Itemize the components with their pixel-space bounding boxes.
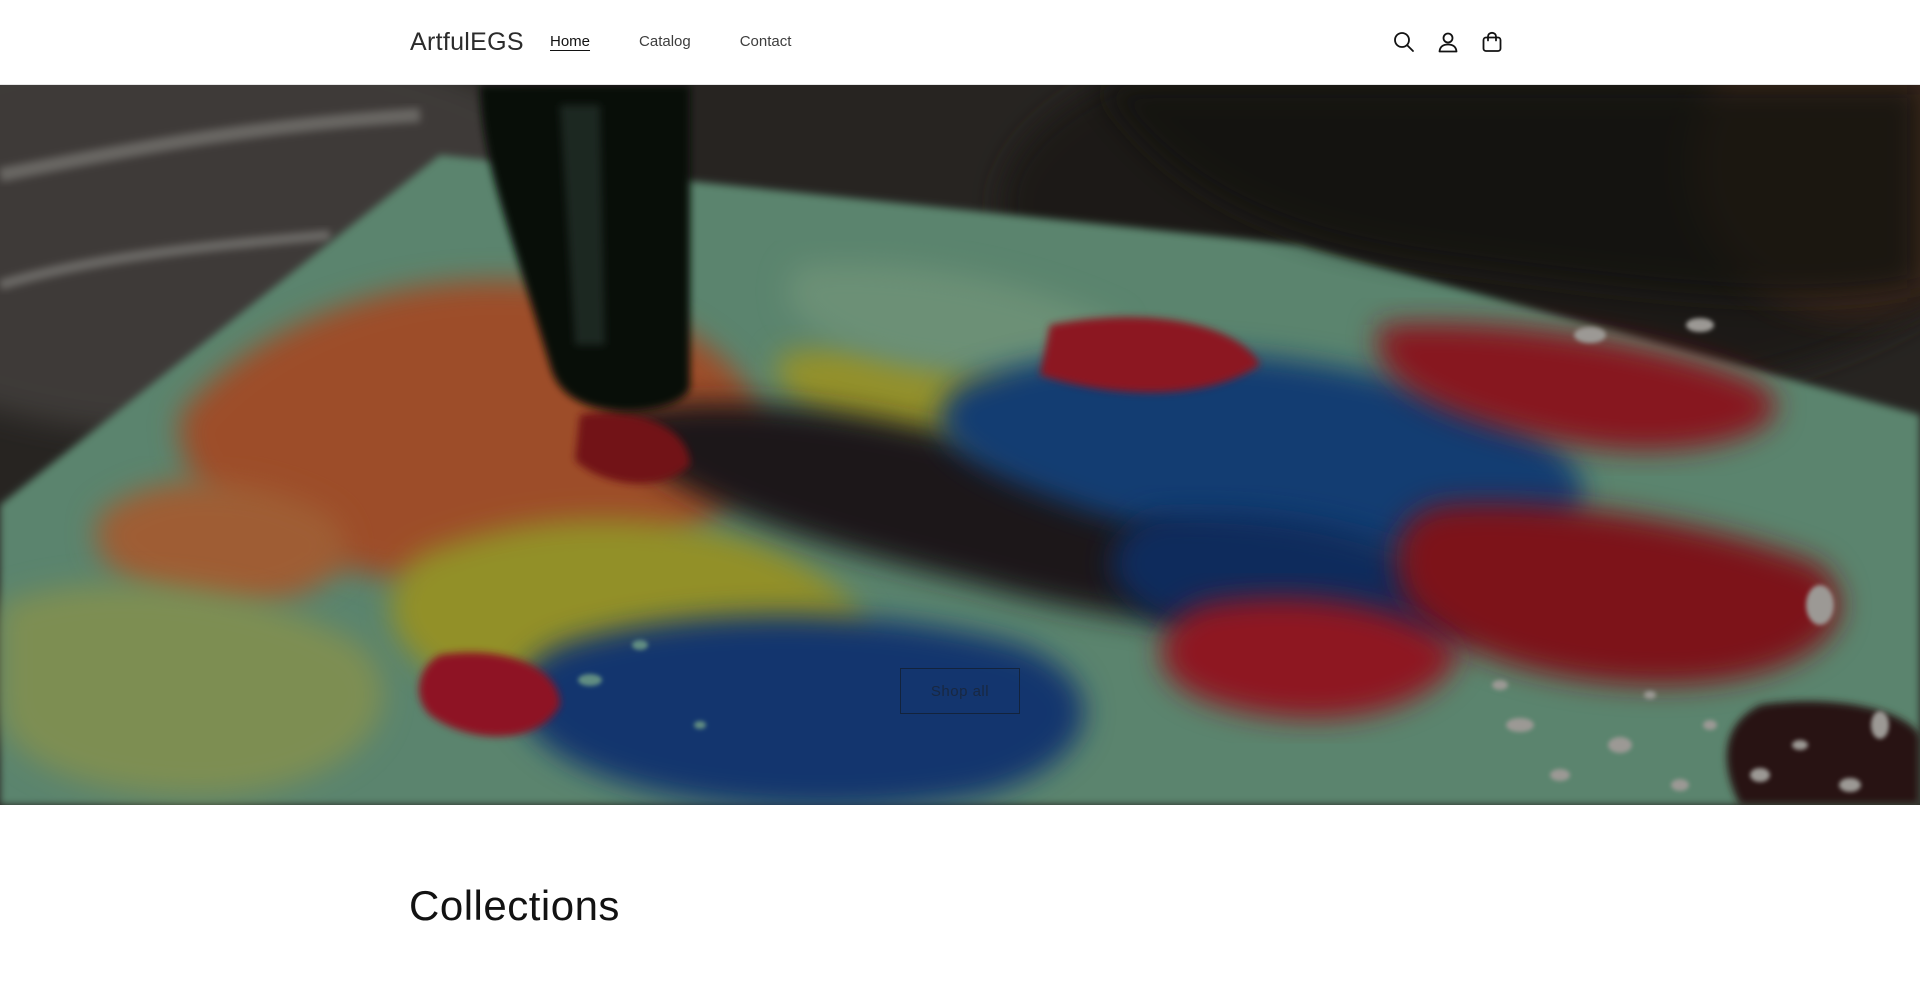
shop-all-button[interactable]: Shop all [900, 668, 1020, 714]
main-nav: Home Catalog Contact [538, 31, 828, 53]
hero-banner: Shop all [0, 85, 1920, 805]
account-icon[interactable] [1430, 24, 1466, 60]
collections-heading: Collections [409, 882, 620, 929]
store-logo[interactable]: ArtfulEGS [410, 26, 524, 58]
nav-link-catalog[interactable]: Catalog [627, 31, 703, 53]
cart-icon[interactable] [1474, 24, 1510, 60]
search-icon[interactable] [1386, 24, 1422, 60]
header-icons [1386, 24, 1518, 60]
nav-link-contact[interactable]: Contact [728, 31, 804, 53]
site-header: ArtfulEGS Home Catalog Contact [0, 0, 1920, 85]
nav-link-home[interactable]: Home [538, 31, 602, 53]
